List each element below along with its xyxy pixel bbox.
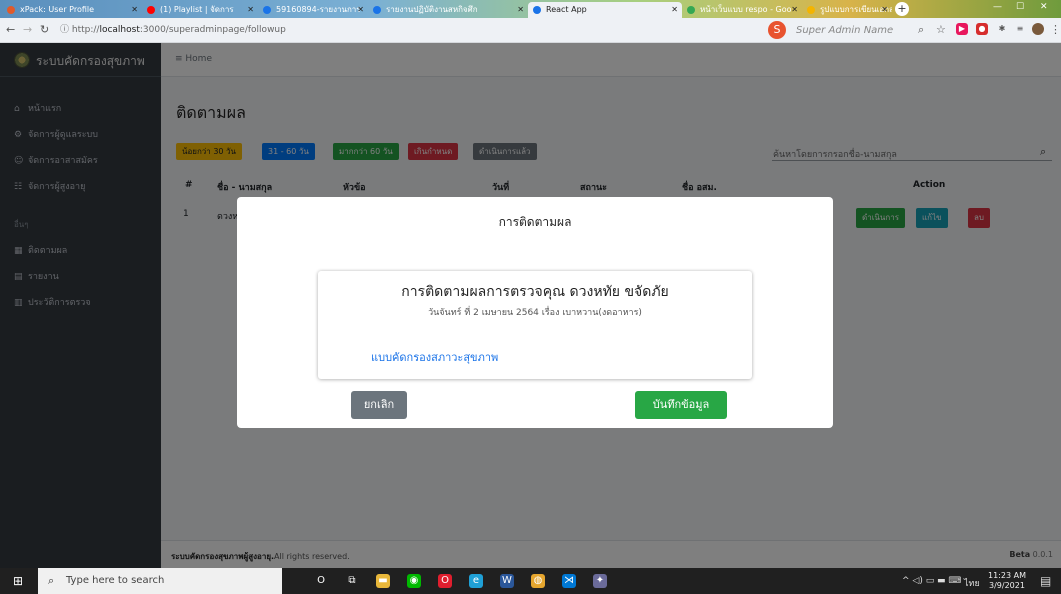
- bookmark-star-icon[interactable]: ☆: [936, 23, 946, 36]
- edge-icon[interactable]: e: [469, 574, 483, 588]
- browser-tab-bar: xPack: User Profile ✕ (1) Playlist | จัดก…: [0, 0, 1061, 18]
- favicon-icon: [373, 6, 381, 14]
- favicon-icon: [7, 6, 15, 14]
- search-icon: ⌕: [48, 574, 55, 587]
- clock[interactable]: 11:23 AM 3/9/2021: [988, 571, 1026, 591]
- extension-icon[interactable]: ▶: [956, 23, 968, 35]
- opera-icon[interactable]: O: [438, 574, 452, 588]
- youtube-icon: [147, 6, 155, 14]
- card-title: การติดตามผลการตรวจคุณ ดวงหทัย ขจัดภัย: [401, 284, 669, 300]
- browser-tab[interactable]: หน้าเว็บแบบ respo - Goo ✕: [682, 2, 802, 18]
- system-tray-icons[interactable]: ^ ◁) ▭ ▬ ⌨: [902, 576, 961, 586]
- close-tab-icon[interactable]: ✕: [517, 2, 524, 18]
- close-tab-icon[interactable]: ✕: [671, 2, 678, 18]
- close-tab-icon[interactable]: ✕: [791, 2, 798, 18]
- react-icon: [533, 6, 541, 14]
- adblock-icon[interactable]: ●: [976, 23, 988, 35]
- health-screening-link[interactable]: แบบคัดกรองสภาวะสุขภาพ: [371, 348, 498, 366]
- language-indicator[interactable]: ไทย: [964, 576, 980, 590]
- extensions-puzzle-icon[interactable]: ✱: [996, 23, 1008, 35]
- maximize-icon[interactable]: ☐: [1016, 2, 1024, 12]
- save-button[interactable]: บันทึกข้อมูล: [635, 391, 727, 419]
- cancel-button[interactable]: ยกเลิก: [351, 391, 407, 419]
- reload-icon[interactable]: ↻: [40, 23, 49, 36]
- followup-modal: การติดตามผล การติดตามผลการตรวจคุณ ดวงหทั…: [237, 197, 833, 428]
- username[interactable]: Super Admin Name: [796, 25, 893, 36]
- reading-list-icon[interactable]: ≡: [1014, 23, 1026, 35]
- favicon-icon: [807, 6, 815, 14]
- game-icon[interactable]: ✦: [593, 574, 607, 588]
- card-subtitle: วันจันทร์ ที่ 2 เมษายน 2564 เรื่อง เบาหว…: [428, 308, 642, 318]
- favicon-icon: [263, 6, 271, 14]
- back-icon[interactable]: ←: [6, 23, 15, 36]
- vscode-icon[interactable]: ⋊: [562, 574, 576, 588]
- browser-menu-icon[interactable]: ⋮: [1050, 23, 1061, 36]
- chrome-icon[interactable]: ◍: [531, 574, 545, 588]
- zoom-icon[interactable]: ⌕: [918, 23, 924, 37]
- cortana-icon[interactable]: O: [314, 574, 328, 588]
- modal-title: การติดตามผล: [498, 215, 572, 229]
- avatar[interactable]: S: [768, 21, 786, 39]
- close-window-icon[interactable]: ✕: [1040, 2, 1048, 12]
- browser-tab[interactable]: รายงานปฏิบัติงานสหกิจศึก ✕: [368, 2, 528, 18]
- browser-tab[interactable]: (1) Playlist | จัดการ ✕: [142, 2, 258, 18]
- google-icon: [687, 6, 695, 14]
- url-field[interactable]: ⓘ http://localhost:3000/superadminpage/f…: [60, 22, 286, 39]
- followup-card: การติดตามผลการตรวจคุณ ดวงหทัย ขจัดภัย วั…: [318, 271, 752, 379]
- windows-start-icon[interactable]: ⊞: [13, 575, 25, 587]
- close-tab-icon[interactable]: ✕: [881, 2, 888, 18]
- info-icon: ⓘ: [60, 25, 72, 35]
- task-view-icon[interactable]: ⧉: [345, 574, 359, 588]
- browser-tab[interactable]: 59160894-รายงานการ ✕: [258, 2, 368, 18]
- notification-icon[interactable]: ▤: [1040, 574, 1051, 588]
- minimize-icon[interactable]: —: [993, 2, 1002, 12]
- close-tab-icon[interactable]: ✕: [131, 2, 138, 18]
- forward-icon[interactable]: →: [23, 23, 32, 36]
- windows-taskbar: ⊞ ⌕ Type here to search O ⧉ ▬ ◉ Oe W ◍ ⋊ ✦ ^ ◁) …: [0, 568, 1061, 594]
- word-icon[interactable]: W: [500, 574, 514, 588]
- file-explorer-icon[interactable]: ▬: [376, 574, 390, 588]
- taskbar-search[interactable]: ⌕ Type here to search: [38, 568, 282, 594]
- line-icon[interactable]: ◉: [407, 574, 421, 588]
- profile-avatar-icon[interactable]: [1032, 23, 1044, 35]
- close-tab-icon[interactable]: ✕: [247, 2, 254, 18]
- browser-tab-active[interactable]: React App ✕: [528, 2, 682, 18]
- new-tab-button[interactable]: +: [895, 2, 909, 16]
- address-bar: ← → ↻ ⓘ http://localhost:3000/superadmin…: [0, 18, 1061, 43]
- browser-tab[interactable]: xPack: User Profile ✕: [2, 2, 142, 18]
- close-tab-icon[interactable]: ✕: [357, 2, 364, 18]
- browser-tab[interactable]: รูปแบบการเขียนเอกสาร✕: [802, 2, 892, 18]
